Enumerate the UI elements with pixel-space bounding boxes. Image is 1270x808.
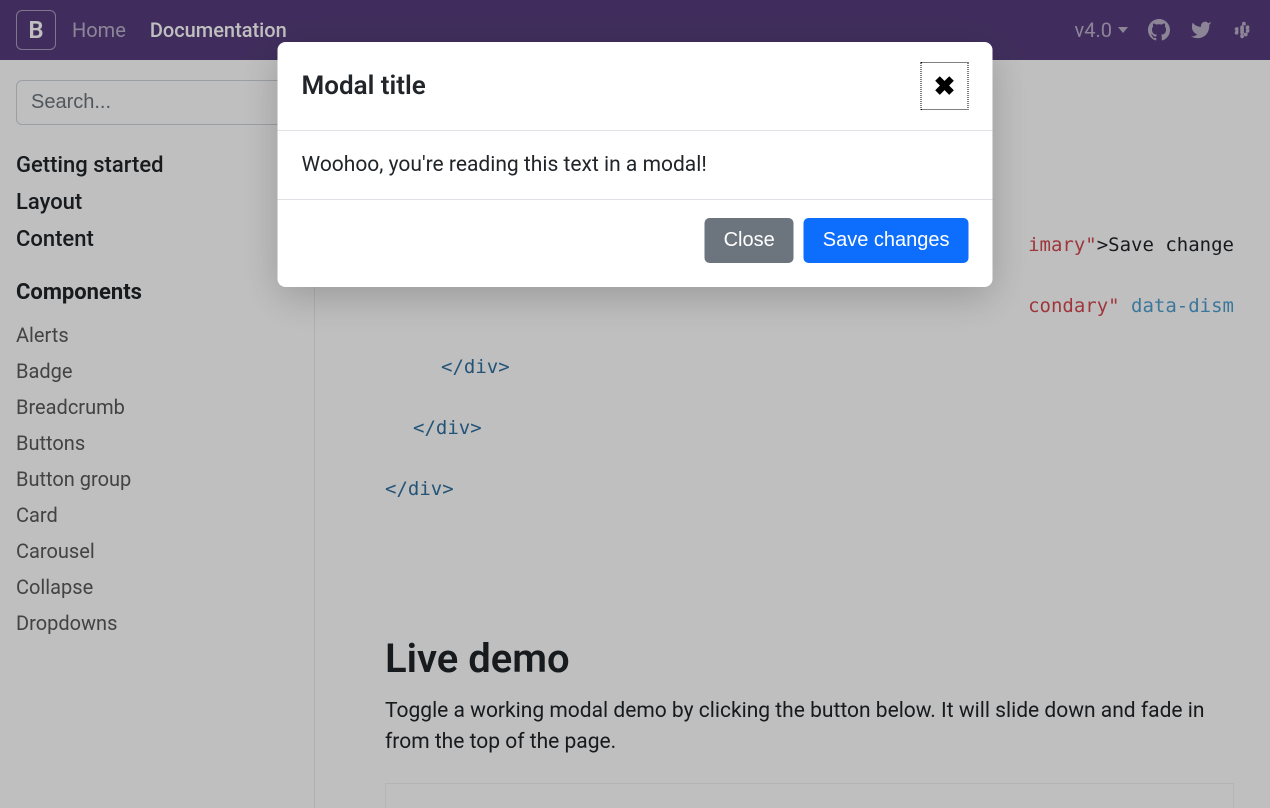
- modal-title: Modal title: [302, 71, 426, 101]
- modal-body: Woohoo, you're reading this text in a mo…: [278, 131, 993, 199]
- modal-footer: Close Save changes: [278, 199, 993, 287]
- modal-header: Modal title ✖: [278, 42, 993, 131]
- close-icon: ✖: [934, 71, 956, 102]
- modal-close-secondary-button[interactable]: Close: [705, 218, 794, 263]
- modal-save-button[interactable]: Save changes: [804, 218, 969, 263]
- modal-close-button[interactable]: ✖: [921, 62, 969, 110]
- modal-dialog: Modal title ✖ Woohoo, you're reading thi…: [278, 42, 993, 287]
